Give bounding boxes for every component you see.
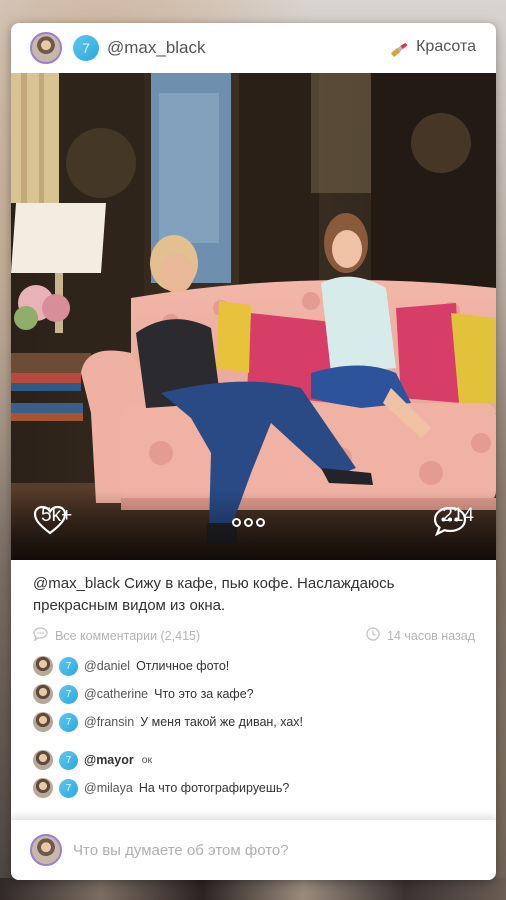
commenter-username[interactable]: @fransin (84, 715, 134, 729)
commenter-level-badge: 7 (59, 712, 78, 732)
comment-text: У меня такой же диван, хах! (140, 715, 304, 729)
photo-illustration (11, 73, 496, 560)
commenter-level-badge: 7 (59, 750, 78, 770)
comments-button[interactable]: 214 (432, 505, 474, 537)
like-button[interactable]: 5k+ (33, 505, 72, 535)
commenter-username[interactable]: @daniel (84, 659, 130, 673)
comment-input-bar (11, 819, 496, 880)
caption-author[interactable]: @max_black (33, 575, 120, 592)
time-label: 14 часов назад (387, 628, 475, 643)
commenter-level-badge: 7 (59, 778, 78, 798)
category-label: Красота (416, 38, 476, 55)
commenter-username[interactable]: @mayor (84, 753, 134, 767)
commenter-username[interactable]: @milaya (84, 781, 133, 795)
comment-input[interactable] (73, 838, 473, 862)
post-card: 7 @max_black Красота 5k+ 214 @max_black … (11, 23, 496, 880)
commenter-avatar[interactable] (33, 778, 53, 798)
post-header: 7 @max_black Красота (11, 23, 496, 73)
commenter-level-badge: 7 (59, 656, 78, 676)
commenter-username[interactable]: @catherine (84, 687, 148, 701)
comment-item: 7 @mayor ок (33, 750, 152, 770)
comment-item: 7 @daniel Отличное фото! (33, 656, 229, 676)
comment-text: Отличное фото! (136, 659, 230, 673)
comment-text: Что это за кафе? (154, 687, 254, 701)
clock-icon (366, 627, 380, 644)
commenter-avatar[interactable] (33, 750, 53, 770)
comment-text: ок (141, 754, 153, 766)
all-comments-label: Все комментарии (2,415) (55, 628, 201, 643)
more-options-icon[interactable] (232, 518, 265, 527)
all-comments-link[interactable]: Все комментарии (2,415) (33, 627, 200, 644)
author-level-badge: 7 (73, 35, 99, 61)
post-photo[interactable]: 5k+ 214 (11, 73, 496, 560)
commenter-avatar[interactable] (33, 684, 53, 704)
post-caption: @max_black Сижу в кафе, пью кофе. Наслаж… (33, 573, 478, 617)
comment-text: На что фотографируешь? (138, 781, 290, 795)
commenter-avatar[interactable] (33, 712, 53, 732)
author-username[interactable]: @max_black (107, 38, 206, 58)
commenter-avatar[interactable] (33, 656, 53, 676)
comment-item: 7 @catherine Что это за кафе? (33, 684, 254, 704)
post-meta: Все комментарии (2,415) 14 часов назад (33, 627, 475, 644)
commenter-level-badge: 7 (59, 684, 78, 704)
comment-icon (33, 627, 48, 644)
category-tag[interactable]: Красота (388, 38, 476, 57)
comment-item: 7 @milaya На что фотографируешь? (33, 778, 289, 798)
comment-item: 7 @fransin У меня такой же диван, хах! (33, 712, 303, 732)
post-time: 14 часов назад (366, 627, 475, 644)
author-avatar[interactable] (30, 32, 62, 64)
current-user-avatar (30, 834, 62, 866)
lipstick-icon (388, 40, 410, 57)
